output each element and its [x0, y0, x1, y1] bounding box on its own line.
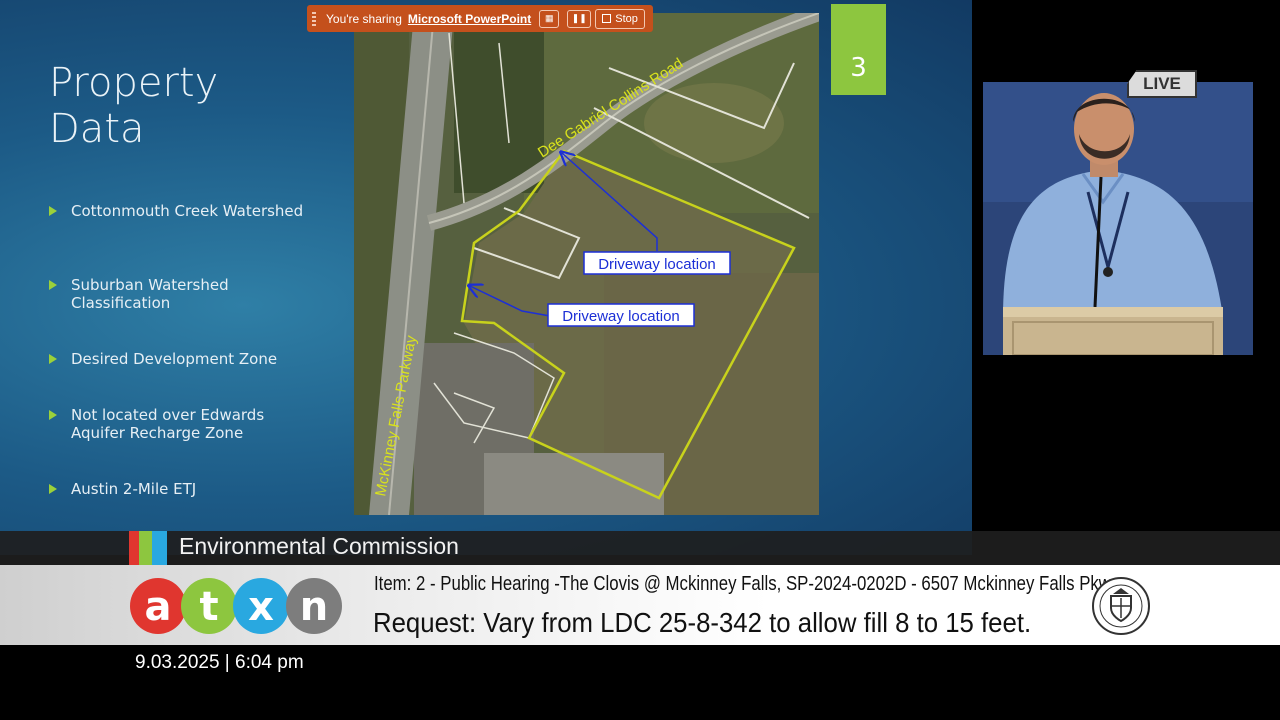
drag-handle-icon[interactable] — [312, 11, 316, 26]
share-control-icon[interactable]: ▦ — [539, 9, 560, 28]
agenda-item-text: Item: 2 - Public Hearing -The Clovis @ M… — [374, 573, 1120, 595]
driveway-callout-1: Driveway location — [598, 256, 716, 273]
slide-number: 3 — [831, 4, 886, 95]
bullet-arrow-icon — [49, 410, 57, 420]
logo-letter-x: x — [248, 584, 274, 630]
logo-letter-n: n — [300, 584, 328, 630]
bullet-item: Desired Development Zone — [49, 350, 319, 368]
bullet-item: Not located over Edwards Aquifer Recharg… — [49, 406, 319, 442]
atxn-logo: a t x n — [130, 576, 346, 636]
program-title: Environmental Commission — [179, 533, 459, 559]
city-seal-icon — [1091, 576, 1151, 636]
broadcast-datetime: 9.03.2025 | 6:04 pm — [135, 652, 304, 673]
logo-letter-a: a — [145, 584, 172, 630]
bullet-arrow-icon — [49, 484, 57, 494]
screen-sharing-bar: You're sharing Microsoft PowerPoint ▦ ❚❚… — [307, 5, 653, 32]
sharing-status-text: You're sharing — [326, 11, 402, 26]
speaker-video-feed — [983, 82, 1253, 355]
driveway-callout-2: Driveway location — [562, 308, 680, 325]
slide-title: Property Data — [49, 60, 219, 152]
bullet-item: Austin 2-Mile ETJ — [49, 480, 319, 498]
brand-color-bars — [129, 531, 167, 565]
live-badge: LIVE — [1127, 70, 1197, 98]
bullet-item: Cottonmouth Creek Watershed — [49, 202, 319, 220]
bullet-arrow-icon — [49, 280, 57, 290]
presentation-slide: Property Data Cottonmouth Creek Watershe… — [0, 0, 972, 555]
bullet-arrow-icon — [49, 206, 57, 216]
aerial-site-map: Dee Gabriel Collins Road McKinney Falls … — [354, 13, 819, 515]
pause-share-button[interactable]: ❚❚ — [567, 9, 592, 28]
stop-icon — [602, 14, 612, 23]
shared-app-link[interactable]: Microsoft PowerPoint — [408, 12, 531, 26]
bullet-item: Suburban Watershed Classification — [49, 276, 319, 312]
bullet-arrow-icon — [49, 354, 57, 364]
request-text: Request: Vary from LDC 25-8-342 to allow… — [373, 607, 1032, 638]
logo-letter-t: t — [199, 584, 218, 630]
stop-share-button[interactable]: Stop — [595, 8, 645, 29]
